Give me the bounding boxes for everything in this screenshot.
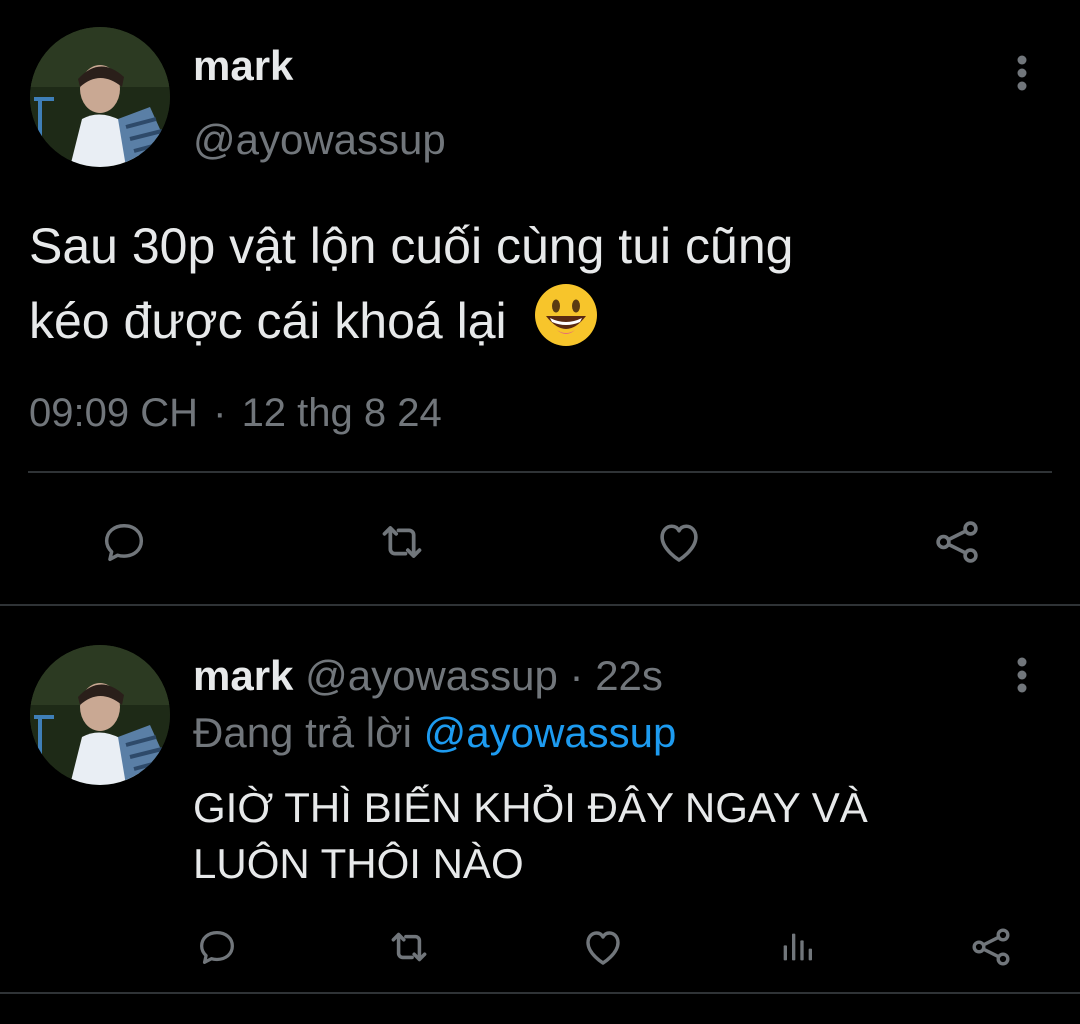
reply-tweet-text-line1: GIỜ THÌ BIẾN KHỎI ĐÂY NGAY VÀ <box>193 784 868 831</box>
main-tweet-text-line1: Sau 30p vật lộn cuối cùng tui cũng <box>29 218 794 274</box>
main-tweet-text-line2-content: kéo được cái khoá lại <box>29 293 507 349</box>
main-reply-icon[interactable] <box>96 514 152 570</box>
reply-meta-separator: · <box>569 652 584 699</box>
reply-like-icon[interactable] <box>578 922 628 972</box>
reply-retweet-icon[interactable] <box>384 922 434 972</box>
reply-tweet-time-ago[interactable]: 22s <box>595 652 663 699</box>
tweet-divider <box>0 604 1080 606</box>
meta-separator: · <box>213 391 227 435</box>
reply-tweet-text-line2: LUÔN THÔI NÀO <box>193 840 524 887</box>
main-tweet-inner-divider <box>28 471 1052 473</box>
avatar-photo <box>30 645 170 785</box>
main-tweet-date[interactable]: 12 thg 8 24 <box>242 391 442 435</box>
main-tweet-timestamp[interactable]: 09:09 CH <box>29 391 198 435</box>
main-tweet-text: Sau 30p vật lộn cuối cùng tui cũng kéo đ… <box>29 210 1029 357</box>
replying-to-label: Đang trả lời <box>193 709 412 756</box>
main-retweet-icon[interactable] <box>374 514 430 570</box>
reply-tweet-avatar[interactable] <box>30 645 170 785</box>
reply-reply-icon[interactable] <box>192 922 242 972</box>
main-tweet-author-name[interactable]: mark <box>193 40 293 92</box>
reply-tweet-author-handle[interactable]: @ayowassup <box>305 652 558 699</box>
main-like-icon[interactable] <box>651 514 707 570</box>
main-tweet-author-handle[interactable]: @ayowassup <box>193 114 446 166</box>
reply-share-icon[interactable] <box>966 922 1016 972</box>
replying-to-handle[interactable]: @ayowassup <box>424 709 677 756</box>
smiley-emoji <box>533 282 599 348</box>
replying-to: Đang trả lời @ayowassup <box>193 707 676 759</box>
bottom-divider <box>0 992 1080 994</box>
main-tweet-more-icon[interactable] <box>1002 52 1042 92</box>
main-tweet-meta: 09:09 CH · 12 thg 8 24 <box>29 388 442 438</box>
main-tweet-avatar[interactable] <box>30 27 170 167</box>
main-share-icon[interactable] <box>929 514 985 570</box>
reply-tweet-text: GIỜ THÌ BIẾN KHỎI ĐÂY NGAY VÀ LUÔN THÔI … <box>193 780 868 892</box>
main-tweet-text-line2: kéo được cái khoá lại <box>29 282 1029 357</box>
reply-analytics-icon[interactable] <box>772 922 822 972</box>
reply-tweet-more-icon[interactable] <box>1002 654 1042 694</box>
reply-tweet-author-name[interactable]: mark <box>193 652 293 699</box>
reply-tweet-header: mark @ayowassup · 22s <box>193 650 663 702</box>
avatar-photo <box>30 27 170 167</box>
